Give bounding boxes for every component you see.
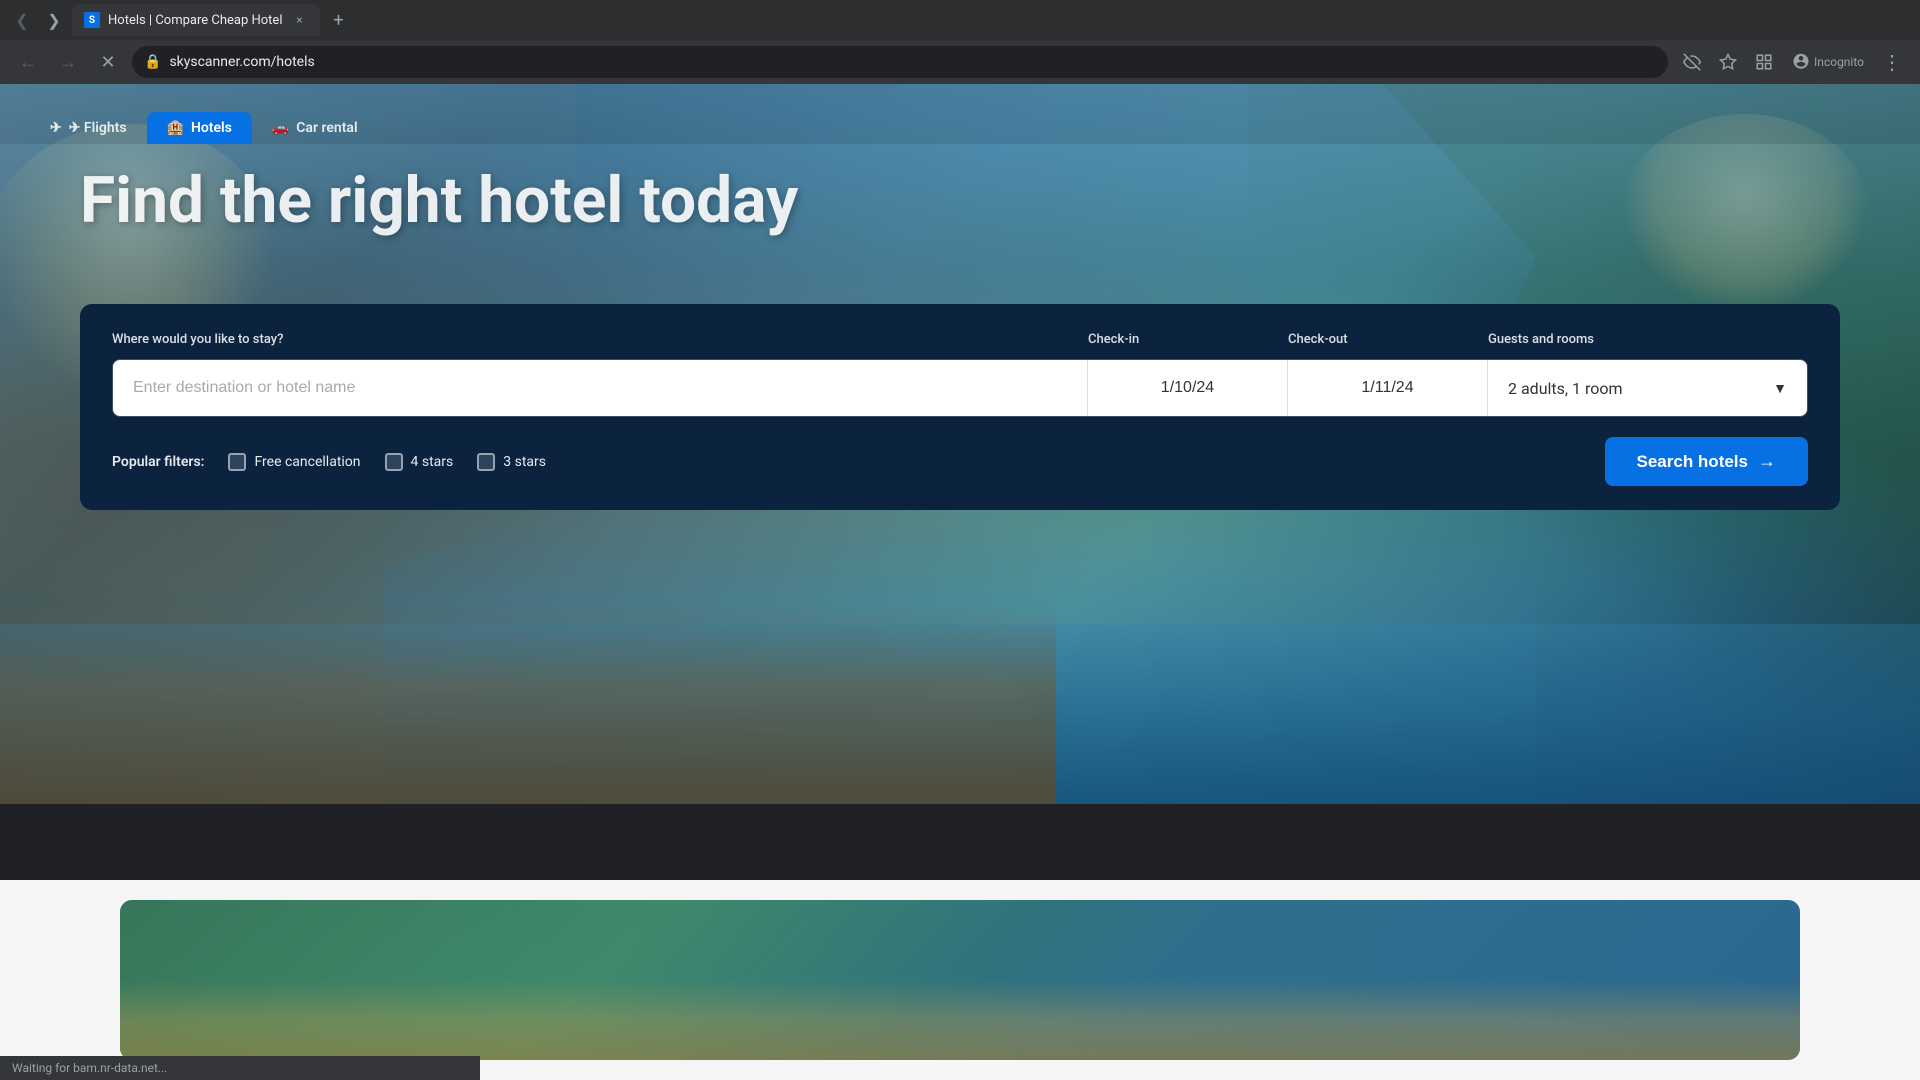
guests-dropdown[interactable]: 2 adults, 1 room ▼ — [1487, 360, 1807, 416]
bottom-card — [120, 900, 1800, 1060]
deck-area — [0, 604, 1056, 804]
incognito-badge: Incognito — [1784, 46, 1872, 78]
back-button[interactable]: ← — [12, 46, 44, 78]
search-button-arrow: → — [1758, 451, 1776, 472]
filters-section: Popular filters: Free cancellation 4 sta… — [112, 453, 546, 471]
hotels-icon: 🏨 — [167, 120, 184, 136]
address-bar[interactable]: 🔒 skyscanner.com/hotels — [132, 46, 1668, 78]
tab-bar: ❮ ❯ S Hotels | Compare Cheap Hotel × + — [0, 0, 1920, 40]
tab-nav-back[interactable]: ❮ — [8, 6, 36, 34]
checkout-label: Check-out — [1288, 332, 1488, 347]
skyscanner-nav: ✈ ✈ Flights 🏨 Hotels 🚗 Car rental — [0, 84, 1920, 144]
guests-label: Guests and rooms — [1488, 332, 1808, 347]
beach-sand — [120, 980, 1800, 1060]
hero-headline: Find the right hotel today — [80, 164, 798, 238]
free-cancellation-label: Free cancellation — [254, 454, 360, 470]
form-labels: Where would you like to stay? Check-in C… — [112, 332, 1808, 347]
checkout-input[interactable] — [1287, 360, 1487, 416]
filter-4-stars[interactable]: 4 stars — [385, 453, 454, 471]
search-form: Where would you like to stay? Check-in C… — [80, 304, 1840, 510]
filters-label: Popular filters: — [112, 454, 204, 470]
dropdown-arrow-icon: ▼ — [1773, 380, 1787, 397]
nav-tab-car-rental[interactable]: 🚗 Car rental — [252, 112, 378, 144]
3-stars-label: 3 stars — [503, 454, 546, 470]
checkin-label: Check-in — [1088, 332, 1288, 347]
nav-tab-hotels[interactable]: 🏨 Hotels — [147, 112, 252, 144]
browser-chrome: ❮ ❯ S Hotels | Compare Cheap Hotel × + ←… — [0, 0, 1920, 84]
reload-button[interactable]: ✕ — [92, 46, 124, 78]
bookmark-button[interactable] — [1712, 46, 1744, 78]
form-inputs: 2 adults, 1 room ▼ — [112, 359, 1808, 417]
search-button-label: Search hotels — [1637, 452, 1749, 472]
filter-free-cancellation[interactable]: Free cancellation — [228, 453, 360, 471]
hotels-label: Hotels — [191, 120, 232, 136]
guests-value: 2 adults, 1 room — [1508, 379, 1623, 398]
skyscanner-nav-tabs: ✈ ✈ Flights 🏨 Hotels 🚗 Car rental — [0, 112, 378, 144]
incognito-label: Incognito — [1814, 55, 1864, 69]
nav-tab-flights[interactable]: ✈ ✈ Flights — [30, 112, 147, 144]
tab-close-button[interactable]: × — [290, 11, 308, 29]
menu-button[interactable]: ⋮ — [1876, 46, 1908, 78]
url-text: skyscanner.com/hotels — [169, 54, 1656, 70]
flights-icon: ✈ — [50, 120, 62, 136]
status-bar: Waiting for bam.nr-data.net... — [0, 1056, 480, 1080]
active-tab[interactable]: S Hotels | Compare Cheap Hotel × — [72, 4, 320, 36]
toolbar-actions: Incognito ⋮ — [1676, 46, 1908, 78]
tab-favicon: S — [84, 12, 100, 28]
3-stars-checkbox[interactable] — [477, 453, 495, 471]
free-cancellation-checkbox[interactable] — [228, 453, 246, 471]
browser-toolbar: ← → ✕ 🔒 skyscanner.com/hotels — [0, 40, 1920, 84]
lower-content — [0, 880, 1920, 1080]
car-rental-label: Car rental — [296, 120, 357, 136]
4-stars-checkbox[interactable] — [385, 453, 403, 471]
flights-label: ✈ Flights — [69, 120, 127, 136]
form-bottom: Popular filters: Free cancellation 4 sta… — [112, 437, 1808, 486]
4-stars-label: 4 stars — [411, 454, 454, 470]
new-tab-button[interactable]: + — [324, 6, 352, 34]
checkin-input[interactable] — [1087, 360, 1287, 416]
eye-slash-button[interactable] — [1676, 46, 1708, 78]
filter-3-stars[interactable]: 3 stars — [477, 453, 546, 471]
tab-grid-button[interactable] — [1748, 46, 1780, 78]
status-text: Waiting for bam.nr-data.net... — [12, 1061, 167, 1075]
tab-title: Hotels | Compare Cheap Hotel — [108, 13, 282, 28]
tab-nav-forward[interactable]: ❯ — [40, 6, 68, 34]
destination-label: Where would you like to stay? — [112, 332, 1088, 347]
search-hotels-button[interactable]: Search hotels → — [1605, 437, 1809, 486]
umbrella-shape-right — [1620, 114, 1870, 314]
destination-input[interactable] — [113, 360, 1087, 416]
page-content: ✈ ✈ Flights 🏨 Hotels 🚗 Car rental Find t… — [0, 84, 1920, 1080]
car-icon: 🚗 — [272, 120, 289, 136]
secure-icon: 🔒 — [144, 54, 161, 70]
forward-button[interactable]: → — [52, 46, 84, 78]
